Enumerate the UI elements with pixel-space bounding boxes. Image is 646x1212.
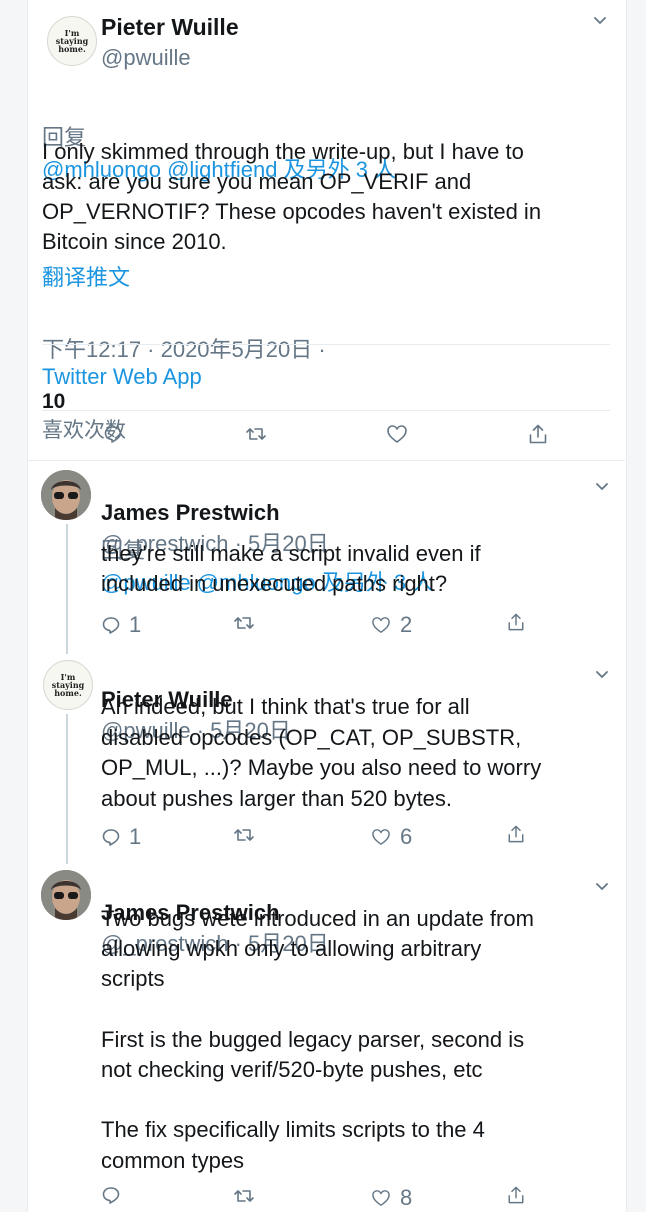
tweet-body: I only skimmed through the write-up, but…: [42, 139, 542, 254]
like-icon: [372, 617, 390, 633]
translate-link[interactable]: 翻译推文: [42, 260, 130, 292]
reply-icon: [104, 426, 122, 443]
like-button[interactable]: 6: [371, 824, 412, 850]
like-button[interactable]: [386, 424, 408, 444]
share-icon: [508, 613, 524, 631]
avatar-image: [41, 870, 91, 920]
like-count: 2: [400, 612, 413, 637]
avatar[interactable]: [41, 470, 91, 520]
reply-count: 1: [129, 824, 142, 849]
author-handle[interactable]: @pwuille: [101, 45, 191, 71]
tweet-body: Two bugs wete introduced in an update fr…: [101, 906, 534, 1173]
share-button[interactable]: [507, 1185, 525, 1205]
chevron-down-icon[interactable]: [594, 478, 610, 499]
tweet-body: Ah indeed, but I think that's true for a…: [101, 694, 542, 811]
tweet-timestamp[interactable]: 下午12:17 · 2020年5月20日 ·: [42, 337, 326, 362]
reply-icon: [102, 1187, 120, 1204]
avatar[interactable]: [41, 870, 91, 920]
thread-line: [66, 524, 68, 640]
avatar-text: home.: [58, 44, 86, 54]
reply-icon: [102, 617, 120, 634]
divider: [27, 460, 625, 461]
divider: [42, 410, 610, 411]
retweet-icon: [234, 617, 254, 629]
share-icon: [529, 424, 547, 444]
like-count: 6: [400, 824, 413, 849]
chevron-down-icon[interactable]: [594, 666, 610, 687]
avatar[interactable]: I'm staying home.: [47, 16, 97, 66]
chevron-down-icon[interactable]: [594, 878, 610, 899]
reply-button[interactable]: 1: [101, 824, 141, 850]
retweet-button[interactable]: [233, 826, 263, 844]
share-button[interactable]: [507, 612, 525, 632]
avatar-text: home.: [54, 688, 82, 698]
share-icon: [508, 1186, 524, 1204]
retweet-button[interactable]: [245, 425, 267, 443]
reply-count: 1: [129, 612, 142, 637]
like-icon: [387, 425, 407, 443]
retweet-icon: [246, 428, 266, 440]
thread-line: [66, 640, 68, 654]
author-name[interactable]: Pieter Wuille: [101, 14, 239, 41]
chevron-down-icon[interactable]: [592, 12, 608, 33]
like-count: 8: [400, 1185, 413, 1210]
avatar-image: [41, 470, 91, 520]
thread-line: [66, 714, 68, 864]
retweet-button[interactable]: [233, 1187, 263, 1205]
like-button[interactable]: 2: [371, 612, 412, 638]
retweet-icon: [234, 829, 254, 841]
reply-button[interactable]: [103, 424, 123, 444]
like-icon: [372, 829, 390, 845]
reply-icon: [102, 829, 120, 846]
avatar[interactable]: I'm staying home.: [43, 660, 93, 710]
share-button[interactable]: [507, 824, 525, 844]
like-icon: [372, 1190, 390, 1206]
tweet-body: they're still make a script invalid even…: [101, 541, 481, 596]
share-icon: [508, 825, 524, 843]
retweet-button[interactable]: [233, 614, 263, 632]
reply-button[interactable]: 1: [101, 612, 141, 638]
share-button[interactable]: [528, 423, 548, 445]
divider: [42, 344, 610, 345]
like-button[interactable]: 8: [371, 1185, 412, 1211]
reply-button[interactable]: [101, 1185, 129, 1205]
retweet-icon: [234, 1190, 254, 1202]
